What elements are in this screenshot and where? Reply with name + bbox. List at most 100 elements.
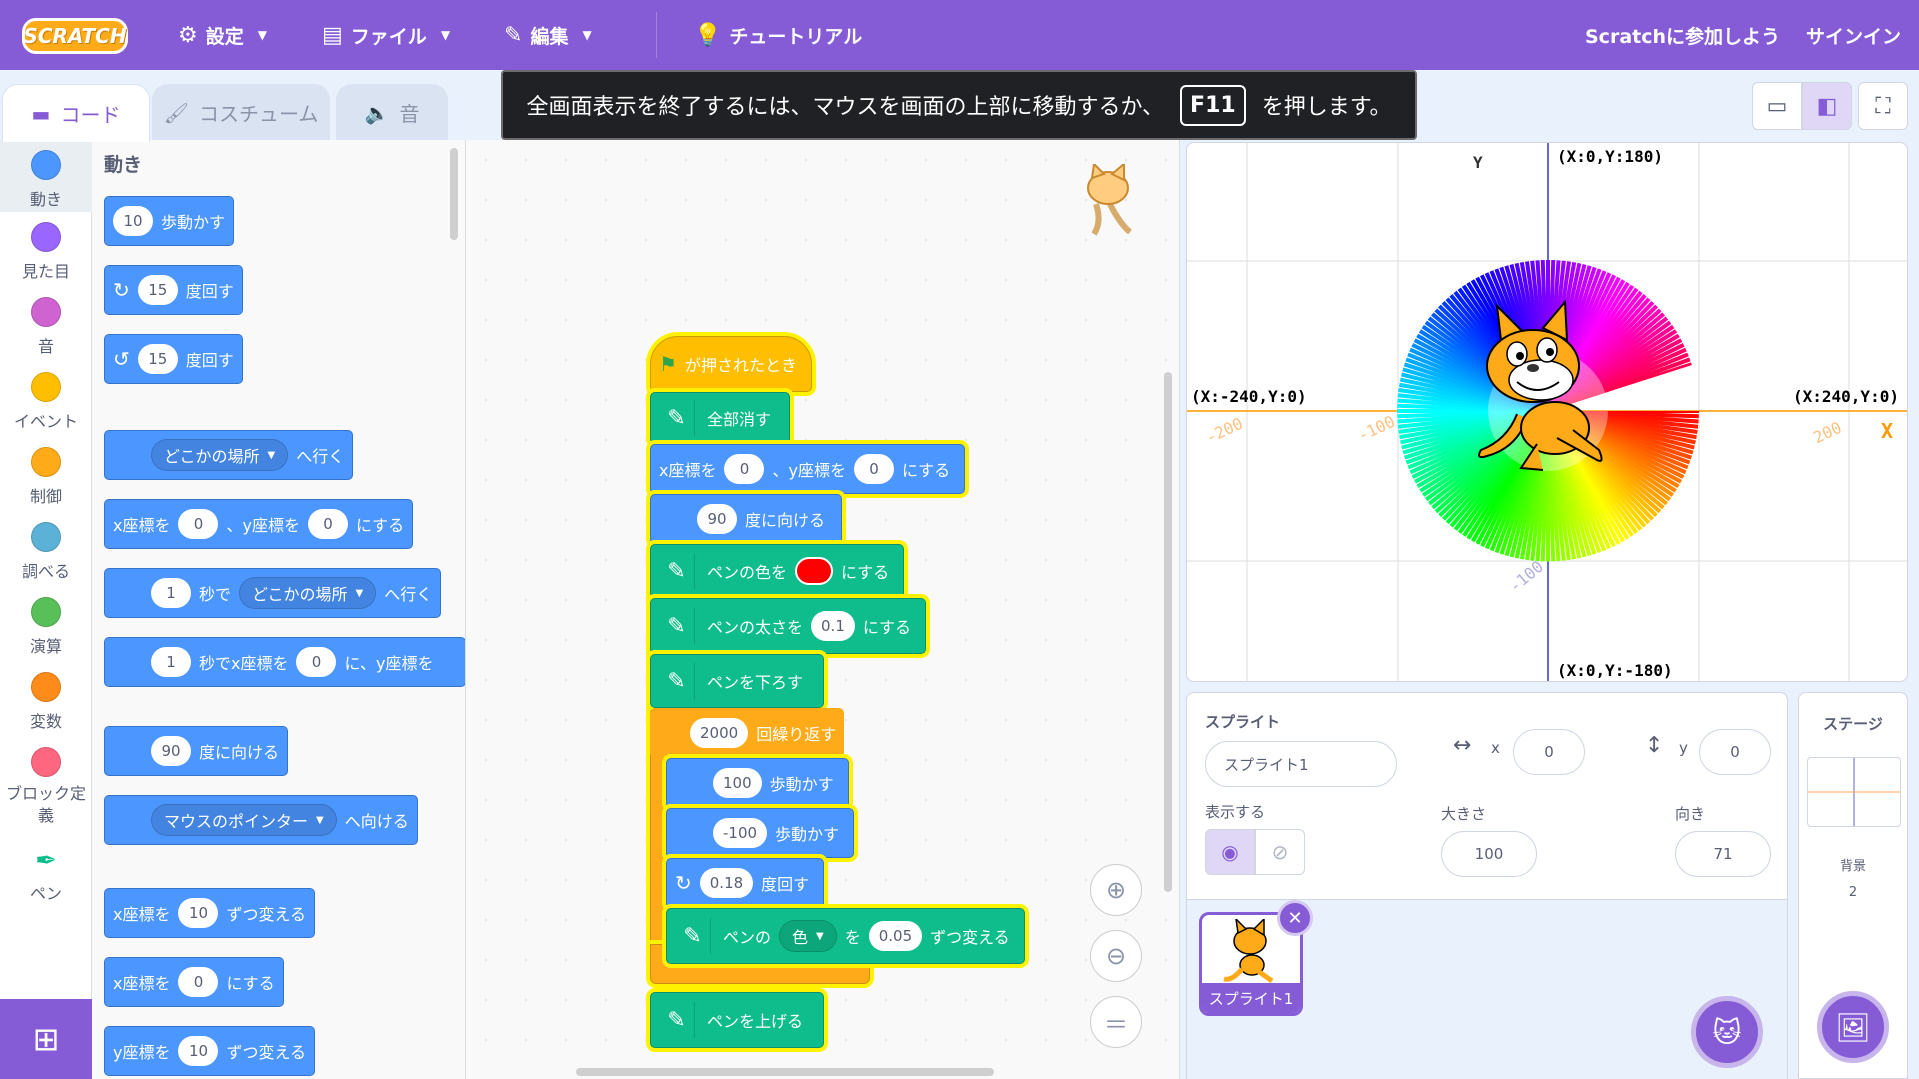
- block-turn-right[interactable]: ↻ 15 度回す: [104, 265, 243, 315]
- block-turn-left[interactable]: ↺ 15 度回す: [104, 334, 243, 384]
- normal-stage-button[interactable]: ◧: [1802, 82, 1852, 130]
- block-input[interactable]: 0.18: [699, 868, 754, 898]
- scratch-logo[interactable]: SCRATCH: [22, 18, 128, 54]
- block-point-towards[interactable]: マウスのポインター ▼ へ向ける: [104, 795, 418, 845]
- block-input[interactable]: 0: [178, 509, 219, 539]
- block-go-to-xy[interactable]: x座標を 0 、y座標を 0 にする: [104, 499, 414, 549]
- gear-icon: ⚙: [178, 22, 198, 48]
- tab-sounds-label: 音: [399, 102, 420, 126]
- pen-down-block[interactable]: ✎ ペンを下ろす: [650, 654, 825, 708]
- move-steps-block[interactable]: -100 歩動かす: [666, 808, 855, 858]
- category-variables[interactable]: 変数: [0, 672, 92, 732]
- tutorials-button[interactable]: 💡 チュートリアル: [694, 0, 862, 70]
- block-input[interactable]: 2000: [690, 718, 749, 748]
- set-pen-size-block[interactable]: ✎ ペンの太さを 0.1 にする: [650, 598, 927, 654]
- block-dropdown[interactable]: どこかの場所 ▼: [151, 439, 289, 471]
- category-sound[interactable]: 音: [0, 297, 92, 357]
- repeat-block[interactable]: 2000 回繰り返す: [650, 708, 845, 758]
- block-move-steps[interactable]: 10 歩動かす: [104, 196, 235, 246]
- file-menu[interactable]: ▤ ファイル ▼: [322, 0, 450, 70]
- join-scratch-link[interactable]: Scratchに参加しよう: [1585, 0, 1780, 70]
- x-position-input[interactable]: 0: [1513, 729, 1585, 775]
- zoom-in-button[interactable]: ⊕: [1090, 864, 1142, 916]
- normal-stage-icon: ◧: [1816, 93, 1838, 119]
- size-input[interactable]: 100: [1441, 831, 1537, 877]
- point-direction-block[interactable]: 90 度に向ける: [650, 494, 843, 544]
- pen-clear-block[interactable]: ✎ 全部消す: [650, 392, 791, 444]
- fullscreen-button[interactable]: ⛶: [1858, 82, 1908, 130]
- block-input[interactable]: 100: [713, 768, 762, 798]
- edit-menu[interactable]: ✎ 編集 ▼: [504, 0, 592, 70]
- block-input[interactable]: 10: [178, 898, 219, 928]
- tab-sounds[interactable]: 🔈 音: [336, 84, 448, 140]
- palette-scrollbar[interactable]: [450, 148, 458, 240]
- pen-up-block[interactable]: ✎ ペンを上げる: [650, 992, 825, 1048]
- zoom-out-button[interactable]: ⊖: [1090, 930, 1142, 982]
- hat-green-flag-block[interactable]: ⚑ が押されたとき: [650, 336, 812, 392]
- small-stage-button[interactable]: ▭: [1752, 82, 1802, 130]
- stage-thumbnail[interactable]: [1807, 757, 1901, 827]
- block-point-direction[interactable]: 90 度に向ける: [104, 726, 289, 776]
- y-position-input[interactable]: 0: [1699, 729, 1771, 775]
- category-motion[interactable]: 動き: [0, 140, 92, 212]
- category-pen[interactable]: ✒ ペン: [0, 846, 92, 904]
- block-text: が押されたとき: [684, 356, 797, 375]
- category-operators[interactable]: 演算: [0, 597, 92, 657]
- set-pen-color-block[interactable]: ✎ ペンの色を にする: [650, 544, 905, 598]
- block-input[interactable]: 0: [178, 967, 219, 997]
- block-change-y[interactable]: y座標を 10 ずつ変える: [104, 1026, 316, 1076]
- zoom-reset-button[interactable]: ＝: [1090, 996, 1142, 1048]
- block-input[interactable]: 0.1: [811, 611, 855, 641]
- show-sprite-button[interactable]: ◉: [1205, 829, 1255, 875]
- script-vertical-scrollbar[interactable]: [1164, 372, 1172, 892]
- hide-sprite-button[interactable]: ⊘: [1255, 829, 1305, 875]
- turn-right-block[interactable]: ↻ 0.18 度回す: [666, 858, 825, 908]
- choose-backdrop-button[interactable]: 🖼: [1817, 991, 1889, 1063]
- sprite-name-input[interactable]: スプライト1: [1205, 741, 1397, 787]
- block-set-x[interactable]: x座標を 0 にする: [104, 957, 284, 1007]
- delete-sprite-button[interactable]: ✕: [1277, 900, 1313, 936]
- block-input[interactable]: 15: [137, 275, 178, 305]
- move-steps-block[interactable]: 100 歩動かす: [666, 758, 849, 808]
- block-glide-to-xy[interactable]: 1 秒でx座標を 0 に、y座標を: [104, 637, 465, 687]
- choose-sprite-button[interactable]: 🐱: [1691, 996, 1763, 1068]
- script-horizontal-scrollbar[interactable]: [576, 1068, 994, 1076]
- script-area[interactable]: ↺ ⚑ が押されたとき ✎ 全部消す x座標を 0 、y座標を 0 にする 90…: [466, 140, 1180, 1079]
- block-dropdown[interactable]: マウスのポインター ▼: [151, 804, 337, 836]
- block-input[interactable]: 10: [113, 206, 153, 236]
- stage-canvas[interactable]: Y (X:0,Y:180) (X:0,Y:-180) (X:-240,Y:0) …: [1186, 142, 1908, 682]
- category-my-blocks[interactable]: ブロック定義: [0, 747, 92, 827]
- block-input[interactable]: 90: [697, 504, 737, 534]
- tab-costumes[interactable]: 🖌 コスチューム: [152, 84, 330, 140]
- block-input[interactable]: 0: [853, 454, 894, 484]
- category-control[interactable]: 制御: [0, 447, 92, 507]
- change-pen-color-block[interactable]: ✎ ペンの 色 ▼ を 0.05 ずつ変える: [666, 908, 1025, 964]
- block-input[interactable]: 90: [151, 736, 191, 766]
- block-input[interactable]: 0: [307, 509, 348, 539]
- category-looks[interactable]: 見た目: [0, 222, 92, 282]
- goto-xy-block[interactable]: x座標を 0 、y座標を 0 にする: [650, 444, 966, 494]
- sign-in-link[interactable]: サインイン: [1806, 0, 1901, 70]
- block-input[interactable]: 15: [137, 344, 178, 374]
- block-input[interactable]: 1: [151, 578, 191, 608]
- category-sensing[interactable]: 調べる: [0, 522, 92, 582]
- block-dropdown[interactable]: どこかの場所 ▼: [239, 577, 377, 609]
- tab-code[interactable]: ▬ コード: [2, 84, 150, 142]
- pen-icon: ✎: [659, 400, 695, 436]
- color-picker-input[interactable]: [795, 557, 834, 585]
- block-go-to[interactable]: どこかの場所 ▼ へ行く: [104, 430, 354, 480]
- block-change-x[interactable]: x座標を 10 ずつ変える: [104, 888, 316, 938]
- stage-selector-pane[interactable]: ステージ 背景 2 🖼: [1798, 692, 1908, 1079]
- category-events[interactable]: イベント: [0, 372, 92, 432]
- block-input[interactable]: 0.05: [868, 921, 923, 951]
- settings-menu[interactable]: ⚙ 設定 ▼: [178, 0, 267, 70]
- block-input[interactable]: 0: [724, 454, 765, 484]
- block-input[interactable]: -100: [713, 818, 768, 848]
- add-extension-button[interactable]: ⊞: [0, 999, 92, 1079]
- block-glide-to[interactable]: 1 秒で どこかの場所 ▼ へ行く: [104, 568, 442, 618]
- block-input[interactable]: 1: [151, 647, 191, 677]
- block-dropdown[interactable]: 色 ▼: [779, 920, 837, 952]
- block-input[interactable]: 10: [178, 1036, 219, 1066]
- block-input[interactable]: 0: [296, 647, 337, 677]
- direction-input[interactable]: 71: [1675, 831, 1771, 877]
